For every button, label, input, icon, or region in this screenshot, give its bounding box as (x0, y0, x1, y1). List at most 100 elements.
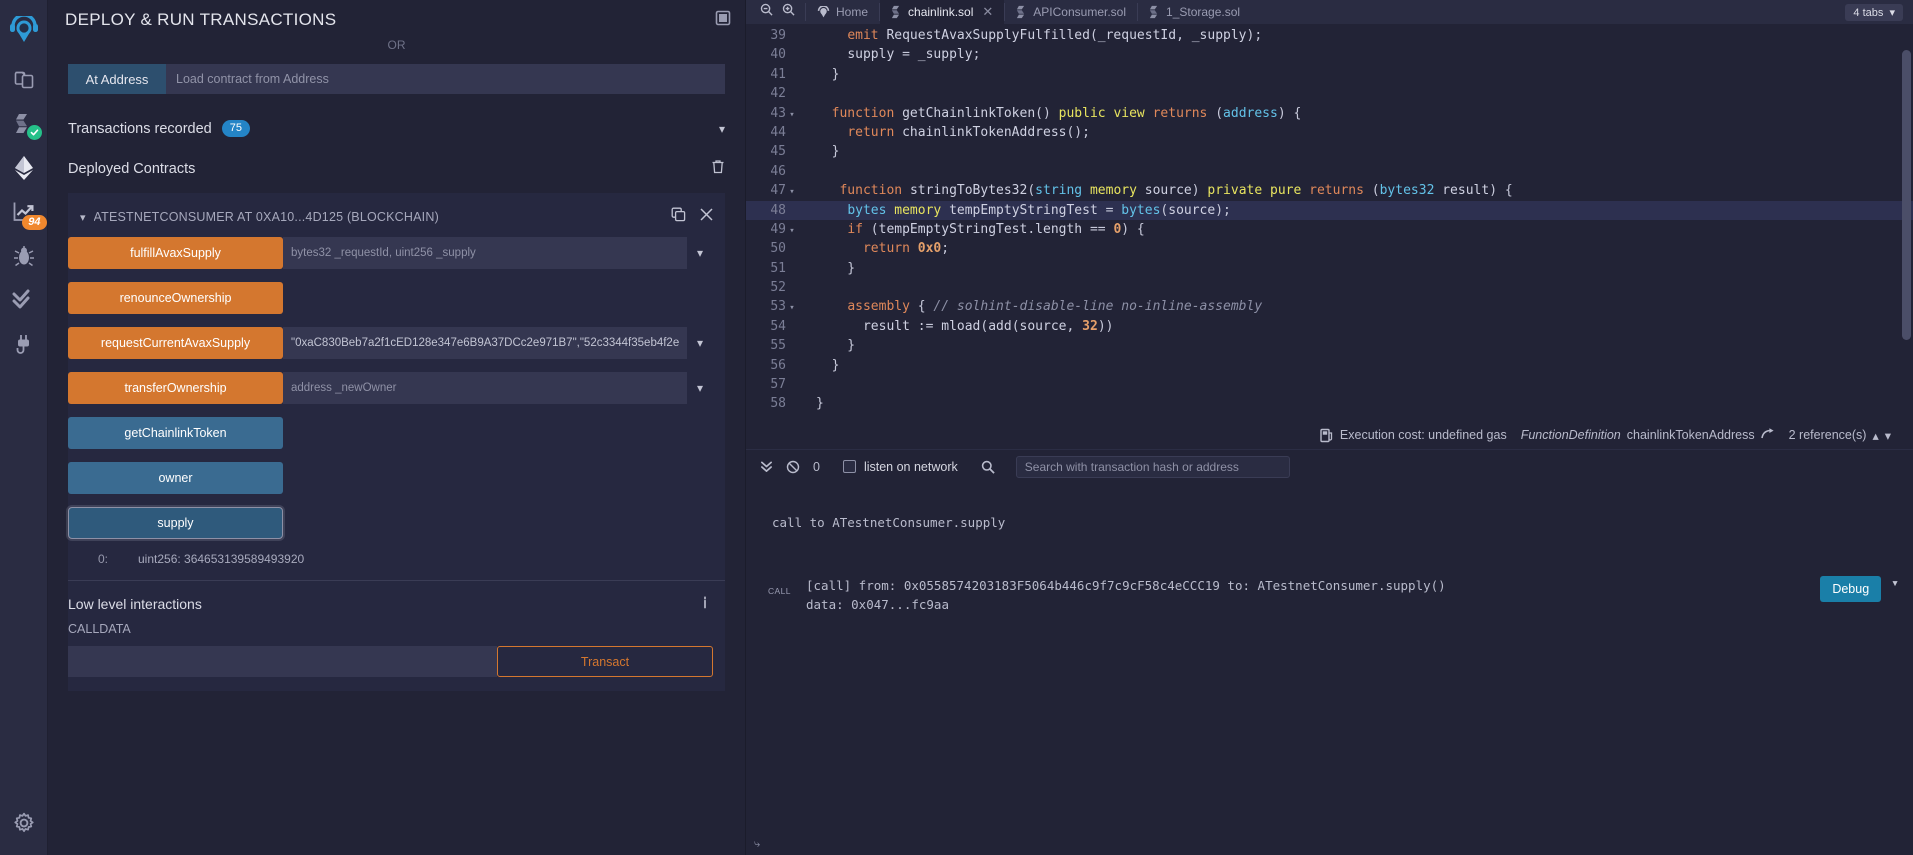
unit-testing-icon[interactable] (0, 278, 48, 322)
code-line[interactable]: 41 } (746, 65, 1913, 84)
code-line[interactable]: 54 result := mload(add(source, 32)) (746, 317, 1913, 336)
code-line[interactable]: 55 } (746, 336, 1913, 355)
code-line[interactable]: 45 } (746, 142, 1913, 161)
code-line[interactable]: 52 (746, 278, 1913, 297)
search-icon[interactable] (981, 460, 995, 474)
code-text: if (tempEmptyStringTest.length == 0) { (847, 221, 1145, 237)
code-line[interactable]: 56 } (746, 356, 1913, 375)
contract-title-row[interactable]: ▾ ATESTNETCONSUMER AT 0XA10...4D125 (BLO… (68, 203, 725, 237)
code-line[interactable]: 48 bytes memory tempEmptyStringTest = by… (746, 200, 1913, 220)
code-line[interactable]: 44 return chainlinkTokenAddress(); (746, 123, 1913, 142)
at-address-input[interactable] (166, 64, 725, 94)
editor-scrollbar[interactable] (1902, 50, 1911, 340)
listen-on-network-checkbox[interactable] (842, 460, 856, 473)
code-line[interactable]: 50 return 0x0; (746, 239, 1913, 258)
transactions-recorded-label: Transactions recorded (68, 120, 212, 137)
chevron-down-icon[interactable]: ▾ (719, 122, 725, 136)
chevron-up-icon[interactable]: ▴ (1872, 428, 1878, 443)
zoom-out-icon[interactable] (760, 3, 773, 21)
function-button-renounceOwnership[interactable]: renounceOwnership (68, 282, 283, 314)
transactions-recorded-row[interactable]: Transactions recorded 75 ▾ (68, 120, 725, 137)
chevron-down-icon[interactable]: ▾ (687, 372, 713, 404)
chevron-down-icon[interactable]: ▾ (80, 211, 86, 224)
close-icon[interactable] (700, 208, 713, 226)
analysis-icon[interactable]: 94 (0, 190, 48, 234)
code-line[interactable]: 42 (746, 84, 1913, 103)
function-button-supply[interactable]: supply (68, 507, 283, 539)
deploy-run-icon[interactable] (0, 146, 48, 190)
function-button-fulfillAvaxSupply[interactable]: fulfillAvaxSupply (68, 237, 283, 269)
tab-home[interactable]: Home (806, 0, 879, 24)
code-line[interactable]: 57 (746, 375, 1913, 394)
code-line[interactable]: 47 ▾ function stringToBytes32(string memo… (746, 181, 1913, 200)
tab-1-storage-sol[interactable]: 1_Storage.sol (1138, 0, 1251, 24)
terminal-output[interactable]: call to ATestnetConsumer.supply CALL [ca… (746, 483, 1913, 855)
info-icon[interactable] (698, 595, 713, 613)
contract-function-row: fulfillAvaxSupply ▾ (68, 237, 713, 269)
tabs-count-dropdown[interactable]: 4 tabs ▾ (1845, 3, 1903, 21)
result-value: uint256: 364653139589493920 (138, 552, 305, 566)
editor-zoom-tools (746, 0, 805, 24)
function-input-transferOwnership[interactable] (283, 372, 687, 404)
remix-home-icon[interactable] (0, 6, 48, 58)
chevron-down-icon[interactable]: ▾ (687, 327, 713, 359)
clear-console-ban-icon[interactable] (786, 460, 800, 474)
function-button-owner[interactable]: owner (68, 462, 283, 494)
plugin-manager-icon[interactable] (0, 322, 48, 366)
terminal-scroll-indicator: ⤷ (754, 837, 761, 850)
line-number: 57 (770, 377, 786, 393)
calldata-input[interactable] (68, 646, 497, 677)
panel-body: OR At Address Transactions recorded 75 ▾… (48, 38, 745, 691)
copy-icon[interactable] (671, 207, 686, 227)
node-definition-item[interactable]: FunctionDefinition chainlinkTokenAddress (1521, 427, 1775, 443)
function-button-requestCurrentAvaxSupply[interactable]: requestCurrentAvaxSupply (68, 327, 283, 359)
code-editor[interactable]: 39 emit RequestAvaxSupplyFulfilled(_requ… (746, 24, 1913, 421)
left-icon-bar: 94 (0, 0, 48, 855)
terminal-log-line: call to ATestnetConsumer.supply (772, 515, 1006, 530)
debugger-icon[interactable] (0, 234, 48, 278)
solidity-file-icon (891, 5, 900, 19)
deploy-run-panel: DEPLOY & RUN TRANSACTIONS OR At Address … (48, 0, 745, 855)
code-line[interactable]: 43 ▾ function getChainlinkToken() public … (746, 104, 1913, 123)
code-text: bytes memory tempEmptyStringTest = bytes… (847, 202, 1231, 218)
call-line-data: data: 0x047...fc9aa (806, 597, 949, 612)
at-address-button[interactable]: At Address (68, 64, 166, 94)
function-input-requestCurrentAvaxSupply[interactable] (283, 327, 687, 359)
terminal-search-input[interactable] (1015, 455, 1290, 478)
solidity-compiler-icon[interactable] (0, 102, 48, 146)
code-line[interactable]: 53 ▾ assembly { // solhint-disable-line n… (746, 297, 1913, 316)
references-item[interactable]: 2 reference(s) ▴ ▾ (1789, 428, 1891, 443)
code-line[interactable]: 40 supply = _supply; (746, 45, 1913, 64)
double-chevron-down-icon[interactable] (760, 460, 773, 474)
function-button-getChainlinkToken[interactable]: getChainlinkToken (68, 417, 283, 449)
listen-on-network-toggle[interactable]: listen on network (842, 460, 958, 474)
code-line[interactable]: 39 emit RequestAvaxSupplyFulfilled(_requ… (746, 26, 1913, 45)
code-text: function stringToBytes32(string memory s… (839, 183, 1513, 199)
contract-function-row: owner (68, 462, 713, 494)
debug-button[interactable]: Debug (1820, 576, 1882, 602)
code-line[interactable]: 49 ▾ if (tempEmptyStringTest.length == 0)… (746, 220, 1913, 239)
chevron-down-icon[interactable]: ▾ (1885, 428, 1891, 443)
code-line[interactable]: 46 (746, 162, 1913, 181)
trash-icon[interactable] (711, 159, 725, 179)
jump-to-icon[interactable] (1760, 427, 1775, 443)
chevron-down-icon[interactable]: ▾ (687, 237, 713, 269)
close-icon[interactable]: ✕ (982, 4, 993, 20)
tab-apiconsumer-sol[interactable]: APIConsumer.sol (1005, 0, 1137, 24)
terminal-call-entry[interactable]: CALL [call] from: 0x0558574203183F5064b4… (746, 576, 1913, 614)
chevron-down-icon[interactable]: ▾ (1891, 576, 1899, 591)
file-explorers-icon[interactable] (0, 58, 48, 102)
line-number: 40 (770, 47, 786, 63)
panel-layout-icon[interactable] (715, 10, 731, 31)
code-line[interactable]: 51 } (746, 259, 1913, 278)
transact-button[interactable]: Transact (497, 646, 713, 677)
function-button-transferOwnership[interactable]: transferOwnership (68, 372, 283, 404)
zoom-in-icon[interactable] (782, 3, 795, 21)
tab-chainlink-sol[interactable]: chainlink.sol ✕ (880, 0, 1005, 24)
code-line[interactable]: 58} (746, 394, 1913, 413)
function-input-fulfillAvaxSupply[interactable] (283, 237, 687, 269)
settings-gear-icon[interactable] (0, 801, 48, 845)
code-text: return chainlinkTokenAddress(); (847, 124, 1090, 140)
panel-header: DEPLOY & RUN TRANSACTIONS (48, 0, 745, 40)
